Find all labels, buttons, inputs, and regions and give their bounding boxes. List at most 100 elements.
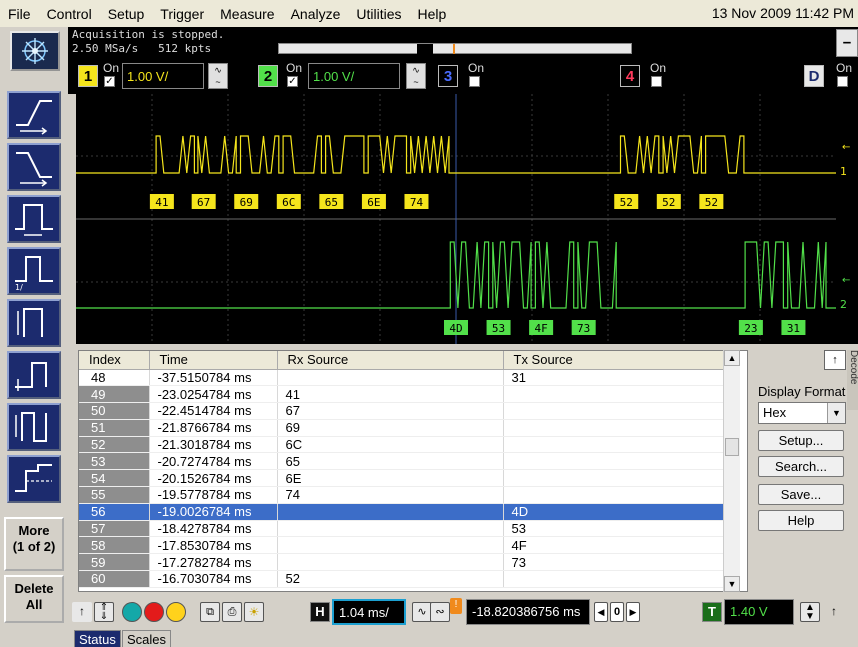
lister-row[interactable]: 59 -17.2782784 ms 73	[79, 553, 732, 572]
lister-row[interactable]: 55 -19.5778784 ms 74	[79, 486, 732, 504]
delay-increment-icon[interactable]: ▶	[626, 602, 640, 622]
help-button[interactable]: Help	[758, 510, 844, 531]
lister-row[interactable]: 56 -19.0026784 ms 4D	[79, 503, 732, 521]
lister-cell-tx: 31	[503, 369, 732, 387]
brightness-icon[interactable]: ☀	[244, 602, 264, 622]
column-time[interactable]: Time	[149, 351, 278, 370]
stop-icon[interactable]	[144, 602, 164, 622]
channel-bar: 1 On ✓ 1.00 V/ ∿ ~ 2 On ✓ 1.00 V/ ∿ ~ 3 On…	[68, 58, 858, 94]
single-run-icon[interactable]	[122, 602, 142, 622]
menu-file[interactable]: File	[0, 6, 39, 22]
decode-tab[interactable]: Decode	[847, 350, 858, 410]
display-format-select[interactable]: Hex ▼	[758, 402, 846, 424]
lister-cell-rx: 67	[277, 402, 504, 420]
scroll-top-icon[interactable]: ↑	[824, 350, 846, 370]
scroll-up-icon[interactable]: ▲	[724, 350, 740, 366]
digital-channels-button[interactable]: D	[804, 65, 824, 87]
column-index[interactable]: Index	[79, 351, 150, 370]
save-button[interactable]: Save...	[758, 484, 844, 505]
channel-1-scale[interactable]: 1.00 V/	[122, 63, 204, 89]
column-rx-source[interactable]: Rx Source	[277, 351, 504, 370]
lister-row[interactable]: 60 -16.7030784 ms 52	[79, 570, 732, 588]
digital-on-checkbox[interactable]	[837, 76, 848, 87]
channel-4-on-checkbox[interactable]	[651, 76, 662, 87]
channel-3-on-checkbox[interactable]	[469, 76, 480, 87]
trigger-level-stepper-icon[interactable]: ▲ ▼	[800, 602, 820, 622]
waveform-zoom-icon[interactable]: ∿	[412, 602, 432, 622]
channel-2-on-checkbox[interactable]: ✓	[287, 76, 298, 87]
search-button[interactable]: Search...	[758, 456, 844, 477]
edge-falling-trigger-icon[interactable]	[7, 143, 61, 191]
minimize-button[interactable]: −	[836, 29, 858, 57]
tab-scales[interactable]: Scales	[122, 630, 172, 647]
channel-2-scale[interactable]: 1.00 V/	[308, 63, 400, 89]
pattern-trigger-icon[interactable]	[7, 299, 61, 347]
memory-overview-bar[interactable]	[278, 43, 632, 54]
trigger-level-field[interactable]: 1.40 V	[724, 599, 794, 625]
channel-2-button[interactable]: 2	[258, 65, 278, 87]
menu-help[interactable]: Help	[410, 6, 455, 22]
channel-1-coupling-icon[interactable]: ∿ ~	[208, 63, 228, 89]
more-button[interactable]: More (1 of 2)	[4, 517, 64, 571]
lister-scrollbar[interactable]: ▲ ▼	[723, 350, 740, 592]
waveform-display[interactable]: 41 67 69 6C 65 6E 74 52 52 52 4D 53 4F 73 23 31	[76, 94, 836, 344]
pulse-width-trigger-icon[interactable]	[7, 195, 61, 243]
runt-trigger-icon[interactable]	[7, 351, 61, 399]
horizontal-menu-button[interactable]: H	[310, 602, 330, 622]
lister-row[interactable]: 50 -22.4514784 ms 67	[79, 402, 732, 420]
trigger-menu-button[interactable]: T	[702, 602, 722, 622]
delay-zero-button[interactable]: 0	[610, 602, 624, 622]
waveform-normal-icon[interactable]: ∾	[430, 602, 450, 622]
column-tx-source[interactable]: Tx Source	[503, 351, 732, 370]
timebase-field[interactable]: 1.04 ms/	[332, 599, 406, 625]
lister-cell-time: -22.4514784 ms	[149, 402, 278, 420]
menu-analyze[interactable]: Analyze	[283, 6, 349, 22]
lister-row[interactable]: 58 -17.8530784 ms 4F	[79, 536, 732, 555]
menu-control[interactable]: Control	[39, 6, 100, 22]
channel-2-control: 2 On ✓ 1.00 V/ ∿ ~	[248, 61, 426, 91]
decode-byte-label: 73	[577, 322, 590, 335]
menu-trigger[interactable]: Trigger	[152, 6, 212, 22]
lister-row[interactable]: 57 -18.4278784 ms 53	[79, 520, 732, 538]
scroll-thumb[interactable]	[725, 438, 739, 456]
print-icon[interactable]: ⎙	[222, 602, 242, 622]
menu-setup[interactable]: Setup	[100, 6, 153, 22]
tab-status[interactable]: Status	[74, 630, 121, 647]
delete-all-button[interactable]: Delete All	[4, 575, 64, 623]
lister-row[interactable]: 54 -20.1526784 ms 6E	[79, 469, 732, 488]
brand-logo-icon[interactable]	[10, 31, 60, 71]
menu-measure[interactable]: Measure	[212, 6, 282, 22]
edge-rising-trigger-icon[interactable]	[7, 91, 61, 139]
lister-row[interactable]: 52 -21.3018784 ms 6C	[79, 436, 732, 454]
protocol-lister[interactable]: Index Time Rx Source Tx Source 48 -37.515…	[78, 350, 748, 592]
lister-row[interactable]: 49 -23.0254784 ms 41	[79, 385, 732, 404]
channel-1-on-checkbox[interactable]: ✓	[104, 76, 115, 87]
lister-row[interactable]: 51 -21.8766784 ms 69	[79, 419, 732, 437]
channel-2-ground-marker[interactable]: 2	[840, 298, 847, 311]
channel-3-button[interactable]: 3	[438, 65, 458, 87]
setup-hold-trigger-icon[interactable]	[7, 403, 61, 451]
up-arrow-icon[interactable]: ↑	[72, 602, 92, 622]
lister-cell-time: -20.7274784 ms	[149, 452, 278, 471]
setup-button[interactable]: Setup...	[758, 430, 844, 451]
zoom-stepper-icon[interactable]: ⇑ ⇓	[94, 602, 114, 622]
channel-1-ground-marker[interactable]: 1	[840, 165, 847, 178]
channel-2-coupling-icon[interactable]: ∿ ~	[406, 63, 426, 89]
lister-row[interactable]: 48 -37.5150784 ms 31	[79, 369, 732, 387]
glitch-trigger-icon[interactable]: 1/	[7, 247, 61, 295]
transition-trigger-icon[interactable]	[7, 455, 61, 503]
delay-decrement-icon[interactable]: ◀	[594, 602, 608, 622]
lister-row[interactable]: 53 -20.7274784 ms 65	[79, 452, 732, 471]
channel-1-button[interactable]: 1	[78, 65, 98, 87]
channel-4-button[interactable]: 4	[620, 65, 640, 87]
scroll-down-icon[interactable]: ▼	[724, 576, 740, 592]
run-icon[interactable]	[166, 602, 186, 622]
menu-utilities[interactable]: Utilities	[348, 6, 409, 22]
trigger-position-marker-icon	[417, 44, 433, 54]
delay-field[interactable]: -18.820386756 ms	[466, 599, 590, 625]
trigger-slope-icon[interactable]: ↑	[824, 602, 844, 622]
chevron-down-icon[interactable]: ▼	[827, 403, 845, 423]
autoscale-icon[interactable]: ⧉	[200, 602, 220, 622]
more-label: More	[18, 523, 50, 538]
channel-4-control: 4 On	[620, 61, 680, 91]
